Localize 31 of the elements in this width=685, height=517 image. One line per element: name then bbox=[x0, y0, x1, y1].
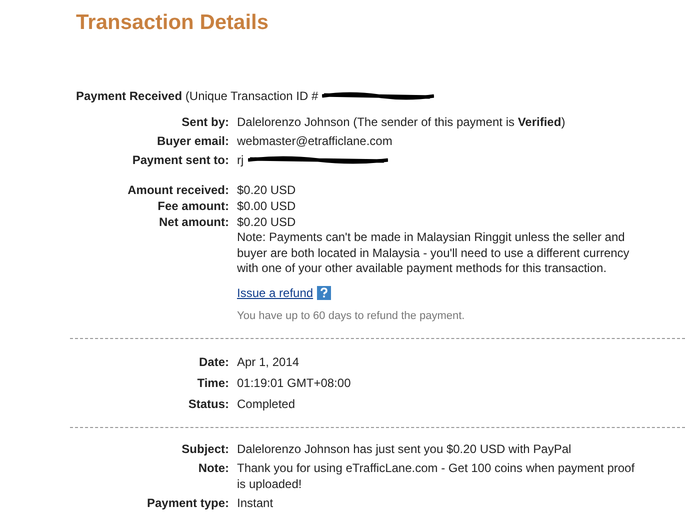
field-value: Completed bbox=[237, 396, 296, 412]
refund-hint: You have up to 60 days to refund the payment. bbox=[237, 308, 466, 324]
field-value: Dalelorenzo Johnson has just sent you $0.20 USD with PayPal bbox=[237, 440, 572, 456]
field-label: Net amount: bbox=[158, 214, 229, 231]
refund-link[interactable]: Issue a refund bbox=[237, 284, 314, 300]
field-label: Amount received: bbox=[126, 182, 229, 198]
field-label: Sent by: bbox=[180, 114, 229, 130]
field-value: Instant bbox=[237, 494, 274, 510]
field-label: Time: bbox=[196, 374, 229, 392]
field-value: $0.00 USD bbox=[237, 198, 296, 214]
header-label: Payment Received bbox=[76, 88, 184, 104]
field-label: Payment type: bbox=[146, 494, 229, 510]
field-label: Payment sent to: bbox=[131, 152, 229, 168]
field-value: Apr 1, 2014 bbox=[237, 354, 300, 370]
note-text: Note: Payments can't be made in Malaysian Ringgit unless the seller and buyer are both located in Malaysia - you'll need to use a different currency with one of your other available payment methods for this transaction. bbox=[237, 230, 630, 276]
field-value: rj bbox=[237, 152, 244, 168]
field-label: Buyer email: bbox=[156, 133, 229, 149]
field-label: Note: bbox=[197, 460, 229, 476]
field-value: $0.20 USD bbox=[237, 214, 296, 230]
field-value: 01:19:01 GMT+08:00 bbox=[237, 374, 351, 392]
field-value: webmaster@etrafficlane.com bbox=[237, 133, 392, 149]
field-label: Subject: bbox=[180, 440, 229, 456]
field-label: Date: bbox=[198, 354, 229, 370]
field-label: Fee amount: bbox=[156, 198, 229, 214]
field-label: Status: bbox=[187, 396, 229, 412]
help-icon[interactable] bbox=[317, 286, 332, 300]
header-text: (Unique Transaction ID # bbox=[185, 88, 318, 104]
field-value: Dalelorenzo Johnson (The sender of this payment is Verified) bbox=[237, 114, 566, 130]
field-value: $0.20 USD bbox=[237, 182, 296, 198]
page-title: Transaction Details bbox=[75, 10, 270, 36]
field-value: Thank you for using eTrafficLane.com - Get 100 coins when payment proof is uploaded! bbox=[237, 460, 636, 492]
